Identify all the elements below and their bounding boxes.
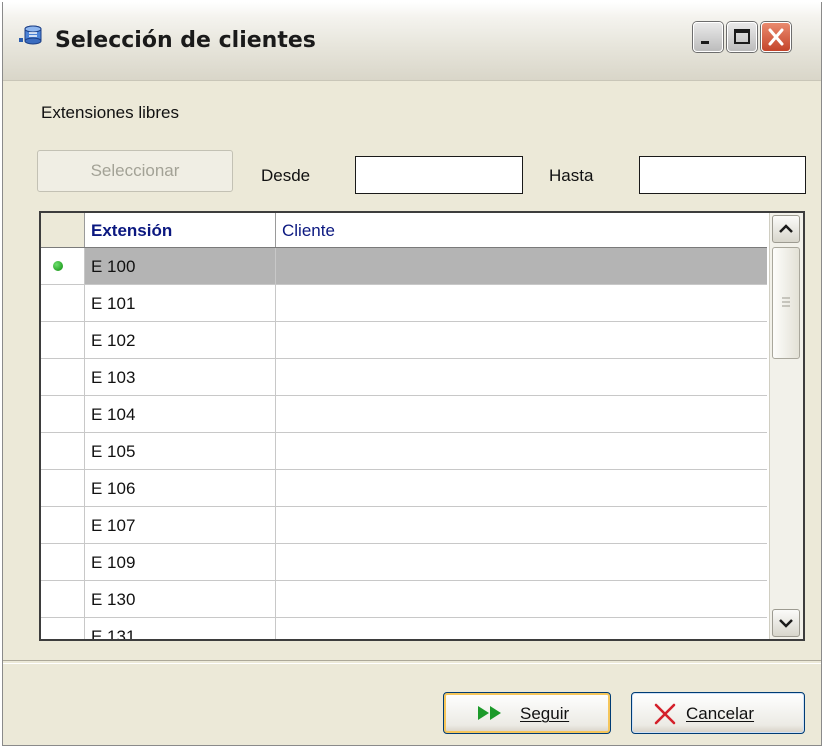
extension-cell[interactable]: E 105 [85,433,276,469]
row-indicator [41,470,85,506]
grip-icon [782,297,790,307]
to-input[interactable] [639,156,806,194]
row-indicator [41,507,85,543]
x-icon [654,703,676,725]
cancel-button[interactable]: Cancelar [631,692,805,734]
row-indicator [41,396,85,432]
extension-cell[interactable]: E 102 [85,322,276,358]
column-header-client[interactable]: Cliente [276,213,767,247]
close-icon [768,28,784,46]
extensions-grid[interactable]: Extensión Cliente E 100 E 101 E 102 E 10 [39,211,805,641]
from-label: Desde [261,166,311,185]
extension-cell[interactable]: E 131 [85,618,276,639]
from-input[interactable] [355,156,523,194]
scroll-thumb[interactable] [772,247,800,359]
table-row[interactable]: E 101 [41,285,767,322]
table-row[interactable]: E 130 [41,581,767,618]
table-row[interactable]: E 100 [41,248,767,285]
row-indicator-header [41,213,85,247]
row-indicator [41,359,85,395]
to-label: Hasta [549,166,594,185]
extension-cell[interactable]: E 106 [85,470,276,506]
grid-rows: E 100 E 101 E 102 E 103 E 104 E 105 E 10… [41,248,767,639]
client-cell[interactable] [276,396,767,432]
row-indicator [41,433,85,469]
maximize-button[interactable] [727,22,757,52]
fast-forward-icon [478,706,501,720]
extension-cell[interactable]: E 109 [85,544,276,580]
continue-label: Seguir [520,704,570,723]
row-indicator [41,322,85,358]
client-cell[interactable] [276,470,767,506]
free-extensions-label: Extensiones libres [41,103,179,122]
extension-cell[interactable]: E 100 [85,248,276,284]
extension-cell[interactable]: E 104 [85,396,276,432]
maximize-icon [734,29,750,44]
table-row[interactable]: E 104 [41,396,767,433]
close-button[interactable] [761,22,791,52]
client-cell[interactable] [276,433,767,469]
chevron-down-icon [779,619,793,628]
client-cell[interactable] [276,507,767,543]
client-cell[interactable] [276,285,767,321]
grid-header: Extensión Cliente [41,213,767,248]
table-row[interactable]: E 109 [41,544,767,581]
chevron-up-icon [779,224,793,233]
database-icon [19,25,42,45]
row-indicator [41,581,85,617]
extension-cell[interactable]: E 130 [85,581,276,617]
cancel-label: Cancelar [686,704,755,723]
title-bar[interactable]: Selección de clientes [3,2,821,81]
scroll-up-button[interactable] [772,215,800,243]
table-row[interactable]: E 106 [41,470,767,507]
client-cell[interactable] [276,544,767,580]
table-row[interactable]: E 105 [41,433,767,470]
extension-cell[interactable]: E 101 [85,285,276,321]
divider [3,660,821,664]
row-indicator [41,248,85,284]
client-cell[interactable] [276,618,767,639]
extension-cell[interactable]: E 107 [85,507,276,543]
client-selection-window: Selección de clientes Extensiones libres… [2,2,822,746]
table-row[interactable]: E 102 [41,322,767,359]
client-cell[interactable] [276,322,767,358]
client-cell[interactable] [276,248,767,284]
window-title: Selección de clientes [55,28,316,53]
client-cell[interactable] [276,359,767,395]
extension-cell[interactable]: E 103 [85,359,276,395]
select-button[interactable]: Seleccionar [37,150,233,192]
table-row[interactable]: E 107 [41,507,767,544]
client-cell[interactable] [276,581,767,617]
continue-button[interactable]: Seguir [443,692,611,734]
table-row[interactable]: E 103 [41,359,767,396]
minimize-icon [701,41,709,44]
column-header-extension[interactable]: Extensión [85,213,276,247]
row-indicator [41,544,85,580]
current-row-indicator-icon [53,261,63,271]
scroll-down-button[interactable] [772,609,800,637]
row-indicator [41,618,85,639]
table-row[interactable]: E 131 [41,618,767,639]
row-indicator [41,285,85,321]
vertical-scrollbar[interactable] [769,213,803,639]
minimize-button[interactable] [693,22,723,52]
